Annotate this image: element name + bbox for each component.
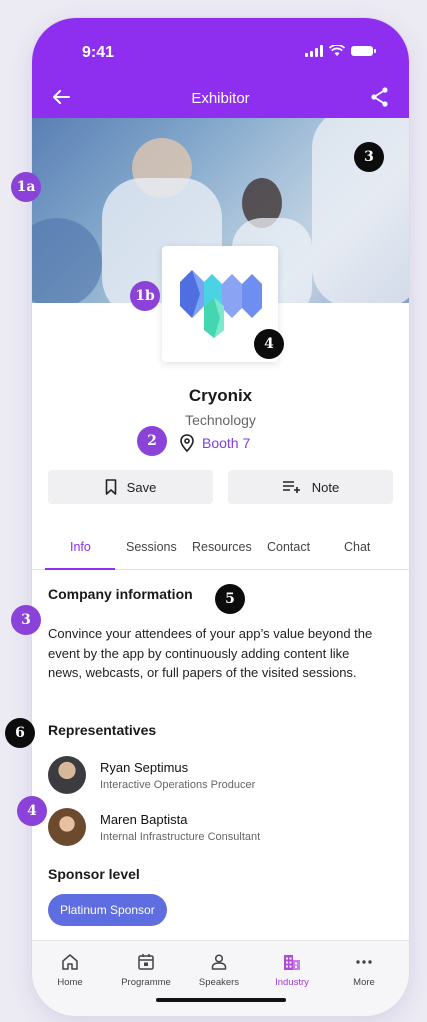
nav-speakers-label: Speakers	[198, 977, 240, 988]
wifi-icon	[329, 45, 345, 56]
share-button[interactable]	[369, 86, 391, 108]
booth-label: Booth 7	[202, 435, 251, 451]
nav-industry[interactable]: Industry	[260, 953, 324, 988]
representative-item[interactable]: Maren Baptista Internal Infrastructure C…	[48, 808, 260, 846]
company-category: Technology	[185, 412, 256, 428]
note-label: Note	[311, 479, 340, 495]
status-time: 9:41	[82, 44, 115, 61]
booth-link[interactable]: Booth 7	[180, 434, 250, 452]
annotation-marker-1a: 1a	[11, 172, 41, 202]
nav-more[interactable]: More	[332, 953, 396, 988]
page-title: Exhibitor	[191, 90, 250, 107]
company-description: Convince your attendees of your app’s va…	[48, 626, 373, 680]
representative-text: Ryan Septimus Interactive Operations Pro…	[100, 760, 255, 791]
representative-name: Ryan Septimus	[100, 759, 189, 775]
annotation-marker-6: 6	[5, 718, 35, 748]
sponsor-level-badge: Platinum Sponsor	[48, 894, 167, 926]
save-button[interactable]: Save	[48, 470, 213, 504]
bottom-navigation: Home Programme Speakers Industry More	[32, 940, 409, 1016]
avatar	[48, 756, 86, 794]
nav-programme-label: Programme	[121, 977, 171, 988]
company-name: Cryonix	[188, 386, 253, 405]
battery-icon	[351, 46, 376, 56]
representatives-heading: Representatives	[48, 722, 157, 738]
representative-item[interactable]: Ryan Septimus Interactive Operations Pro…	[48, 756, 255, 794]
tab-resources[interactable]: Resources	[192, 540, 252, 554]
representative-name: Maren Baptista	[100, 811, 188, 827]
annotation-marker-1b: 1b	[130, 281, 160, 311]
signal-icon	[305, 45, 323, 57]
representative-role: Internal Infrastructure Consultant	[100, 830, 261, 843]
annotation-marker-3-hero: 3	[354, 142, 384, 172]
tab-contact[interactable]: Contact	[267, 540, 310, 554]
sponsor-level-heading: Sponsor level	[48, 866, 140, 882]
status-icons	[305, 45, 376, 57]
tab-sessions[interactable]: Sessions	[126, 540, 177, 554]
home-icon	[62, 954, 78, 970]
annotation-marker-2: 2	[137, 426, 167, 456]
nav-industry-label: Industry	[275, 977, 309, 988]
tab-chat[interactable]: Chat	[344, 540, 370, 554]
active-tab-indicator	[45, 568, 115, 570]
tab-bar: Info Sessions Resources Contact Chat	[32, 530, 409, 570]
nav-home-label: Home	[57, 977, 83, 988]
nav-programme[interactable]: Programme	[114, 953, 178, 988]
representative-text: Maren Baptista Internal Infrastructure C…	[100, 812, 260, 843]
building-icon	[284, 955, 300, 970]
company-information-heading: Company information	[48, 586, 193, 602]
avatar	[48, 808, 86, 846]
annotation-marker-5: 5	[215, 584, 245, 614]
home-indicator	[156, 998, 286, 1002]
bookmark-icon	[105, 479, 116, 495]
note-add-icon	[282, 481, 300, 493]
save-label: Save	[126, 479, 157, 495]
nav-home[interactable]: Home	[38, 953, 102, 988]
location-pin-icon	[180, 434, 194, 452]
annotation-marker-4-reps: 4	[17, 796, 47, 826]
annotation-marker-3-info: 3	[11, 605, 41, 635]
nav-more-label: More	[353, 977, 375, 988]
app-header: 9:41 Exhibitor	[32, 18, 409, 118]
note-button[interactable]: Note	[228, 470, 393, 504]
annotation-marker-4-logo: 4	[254, 329, 284, 359]
representative-role: Interactive Operations Producer	[100, 778, 256, 791]
person-icon	[211, 954, 227, 970]
nav-speakers[interactable]: Speakers	[187, 953, 251, 988]
more-icon	[356, 960, 372, 964]
phone-frame: 9:41 Exhibitor Cryonix Technology Booth …	[32, 18, 409, 1016]
tab-info[interactable]: Info	[70, 540, 91, 554]
calendar-icon	[138, 954, 154, 970]
